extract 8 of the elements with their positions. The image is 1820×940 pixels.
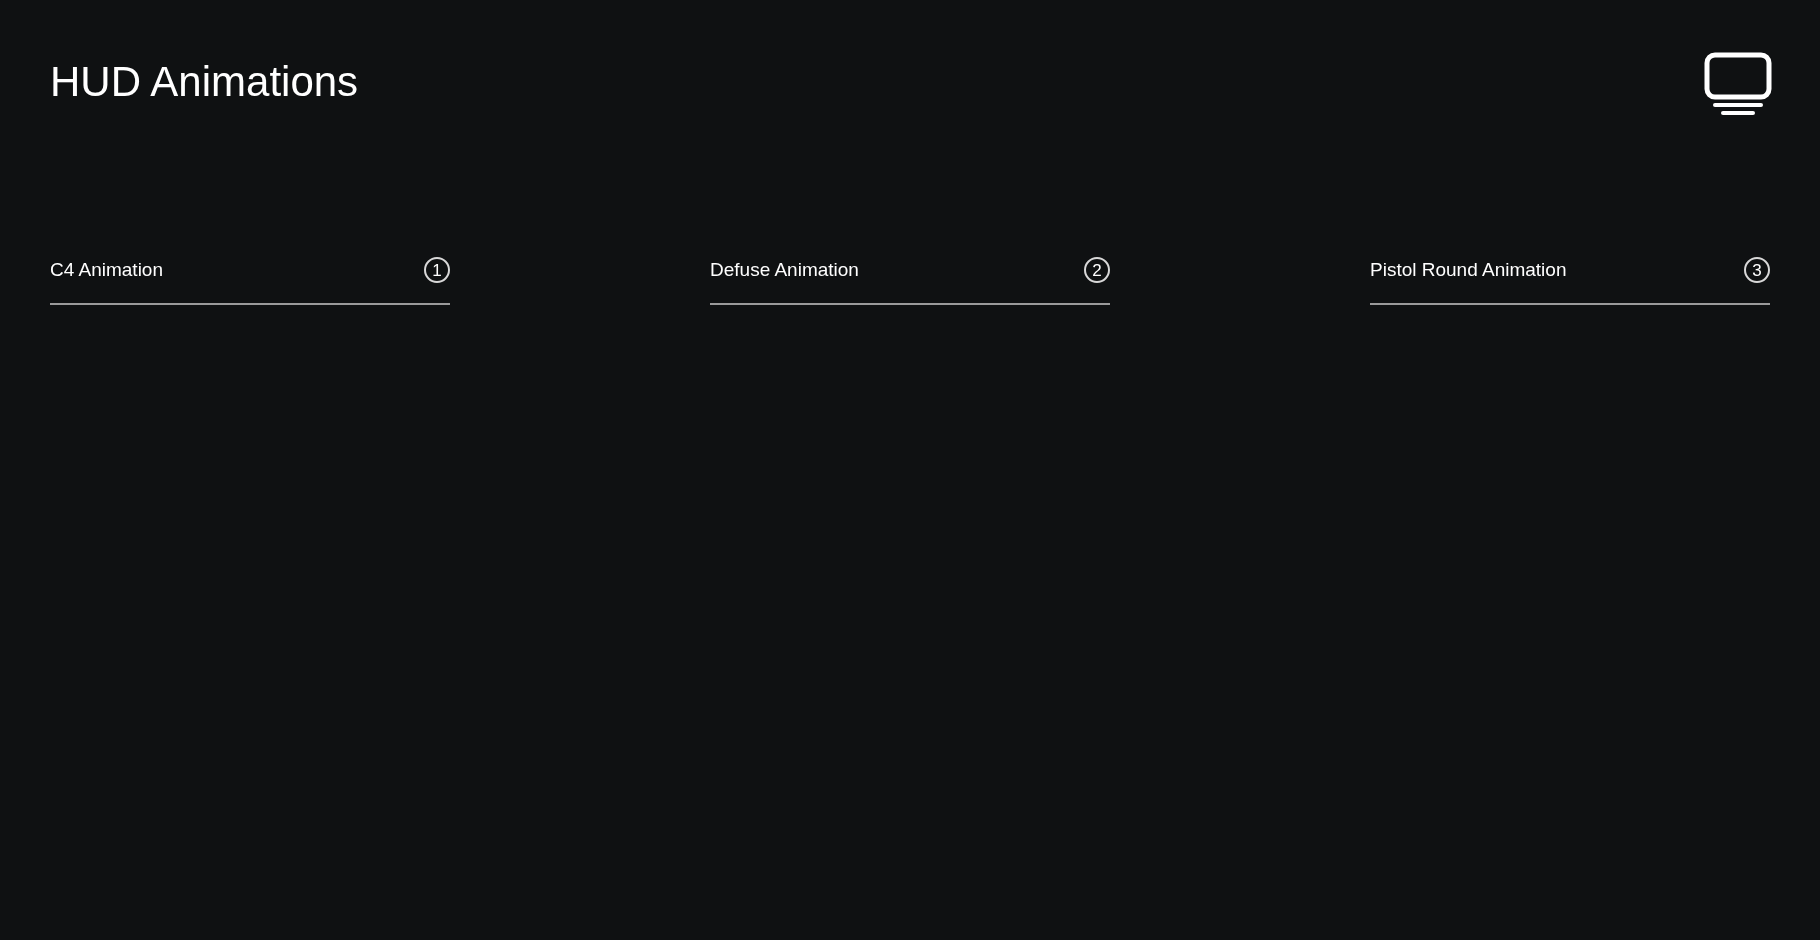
animation-link[interactable]: Pistol Round Animation 3 — [1370, 256, 1770, 305]
number-badge: 3 — [1744, 257, 1770, 284]
page-title: HUD Animations — [50, 57, 359, 107]
number-badge: 1 — [424, 257, 450, 284]
animation-link[interactable]: C4 Animation 1 — [50, 256, 450, 305]
animation-link[interactable]: Defuse Animation 2 — [710, 256, 1110, 305]
monitor-icon[interactable] — [1704, 52, 1772, 116]
number-badge: 2 — [1084, 257, 1110, 284]
